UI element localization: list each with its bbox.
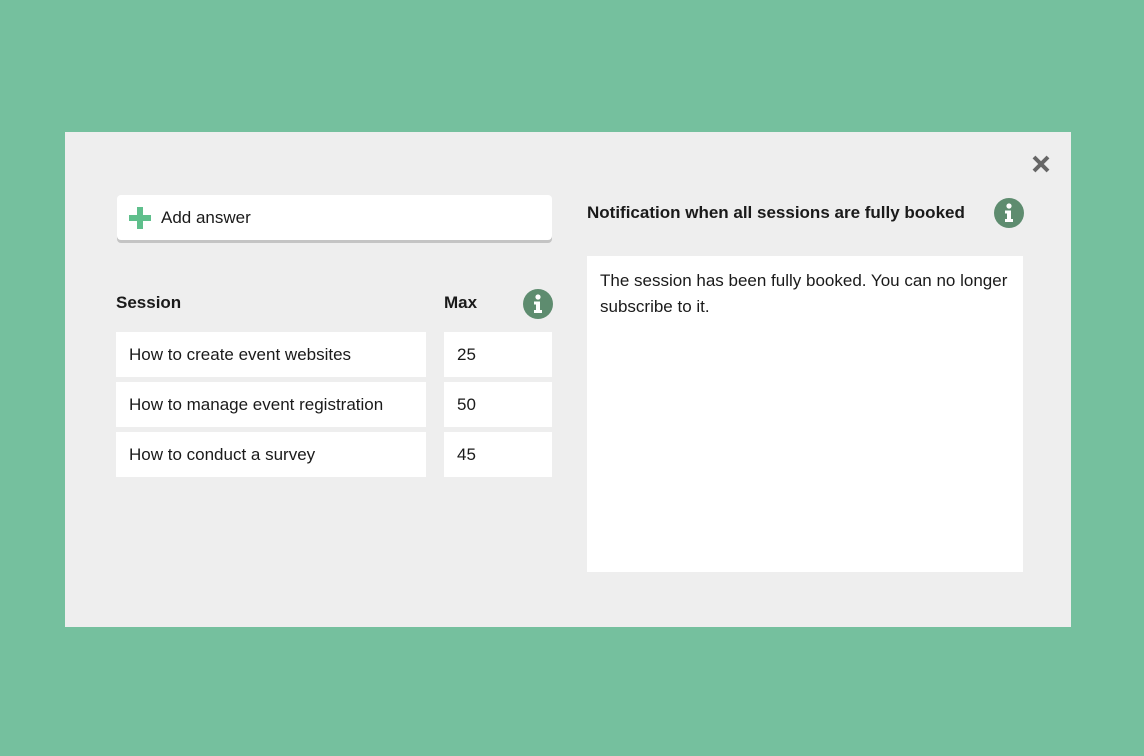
modal-dialog: Add answer Session Max How to create eve…: [65, 132, 1071, 627]
session-max-field[interactable]: 50: [444, 382, 552, 427]
add-answer-label: Add answer: [161, 207, 251, 227]
close-x-icon: [1032, 155, 1050, 173]
max-column-header: Max: [444, 293, 478, 312]
session-column-header: Session: [116, 293, 182, 312]
notification-message-textarea[interactable]: The session has been fully booked. You c…: [587, 256, 1023, 572]
notification-title: Notification when all sessions are fully…: [587, 203, 965, 222]
session-name-field[interactable]: How to conduct a survey: [116, 432, 426, 477]
info-icon[interactable]: [994, 198, 1024, 228]
session-max-field[interactable]: 45: [444, 432, 552, 477]
session-name-field[interactable]: How to manage event registration: [116, 382, 426, 427]
info-icon[interactable]: [523, 289, 553, 319]
session-name-field[interactable]: How to create event websites: [116, 332, 426, 377]
add-answer-button[interactable]: Add answer: [117, 195, 552, 240]
plus-icon: [129, 206, 151, 229]
close-button[interactable]: [1027, 150, 1055, 178]
session-max-field[interactable]: 25: [444, 332, 552, 377]
